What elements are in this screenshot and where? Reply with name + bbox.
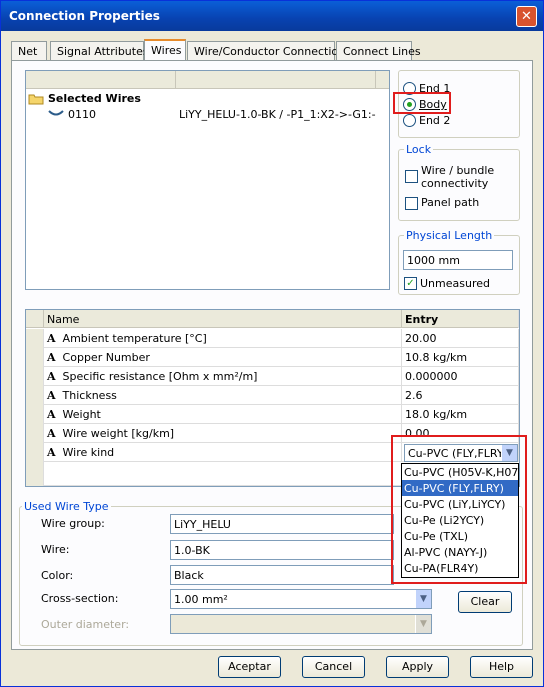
attribute-icon: A [47,427,56,440]
wire-label: Wire: [41,543,70,556]
clear-button[interactable]: Clear [458,591,512,613]
body-highlight-box [393,92,451,114]
lock-group: Lock Wire / bundle connectivity Panel pa… [398,143,520,221]
chevron-down-icon[interactable]: ▼ [415,590,431,608]
connection-properties-dialog: Connection Properties ✕ Net Signal Attri… [0,0,544,687]
wire-bundle-checkbox[interactable] [405,170,418,183]
tree-root-label[interactable]: Selected Wires [48,92,141,105]
row-name: Specific resistance [Ohm x mm²/m] [62,370,258,383]
table-row[interactable]: A Weight 18.0 kg/km [26,405,519,424]
row-name: Thickness [62,389,117,402]
table-row[interactable]: A Thickness 2.6 [26,386,519,405]
help-button[interactable]: Help [470,656,533,678]
dropdown-highlight-box [391,435,527,584]
wire-id[interactable]: 0110 [68,108,96,121]
row-entry[interactable]: 18.0 kg/km [402,405,519,424]
tab-net[interactable]: Net [11,41,47,61]
attribute-icon: A [47,332,56,345]
row-entry[interactable]: 0.000000 [402,367,519,386]
panel-path-checkbox[interactable] [405,197,418,210]
row-name: Ambient temperature [°C] [62,332,207,345]
end2-label: End 2 [419,114,451,127]
attribute-icon: A [47,446,56,459]
attribute-icon: A [47,408,56,421]
attribute-icon: A [47,370,56,383]
col-name-header[interactable]: Name [44,310,402,328]
row-name: Wire kind [62,446,115,459]
physical-length-title: Physical Length [404,229,495,242]
selected-wires-list[interactable]: Selected Wires 0110 LiYY_HELU-1.0-BK / -… [25,70,390,290]
row-entry[interactable]: 2.6 [402,386,519,405]
col-entry-header[interactable]: Entry [402,310,519,328]
physical-length-group: Physical Length 1000 mm ✓ Unmeasured [398,229,520,295]
attribute-icon: A [47,351,56,364]
tab-wires[interactable]: Wires [144,39,186,62]
used-wire-type-title: Used Wire Type [22,500,111,513]
list-header [26,71,389,89]
outer-diameter-label: Outer diameter: [41,618,130,631]
attribute-icon: A [47,389,56,402]
row-name: Weight [62,408,101,421]
chevron-down-icon: ▼ [415,615,431,633]
row-name: Wire weight [kg/km] [62,427,175,440]
lock-title: Lock [404,143,434,156]
row-name: Copper Number [62,351,150,364]
end2-radio[interactable] [403,114,416,127]
wire-bundle-label: Wire / bundle connectivity [421,164,495,190]
wire-field[interactable]: 1.0-BK [170,540,394,560]
grid-header: Name Entry [26,310,519,328]
row-entry[interactable]: 20.00 [402,329,519,348]
wire-icon [48,108,64,121]
cross-section-value: 1.00 mm² [174,593,228,606]
wire-group-label: Wire group: [41,517,105,530]
wire-description[interactable]: LiYY_HELU-1.0-BK / -P1_1:X2->-G1:- [179,108,376,121]
window-title: Connection Properties [9,9,160,23]
outer-diameter-select: ▼ [170,614,432,634]
cross-section-select[interactable]: 1.00 mm² ▼ [170,589,432,609]
cancel-button[interactable]: Cancel [302,656,365,678]
table-row[interactable]: A Ambient temperature [°C] 20.00 [26,329,519,348]
close-icon[interactable]: ✕ [516,6,537,27]
folder-icon [28,92,44,108]
table-row[interactable]: A Copper Number 10.8 kg/km [26,348,519,367]
table-row[interactable]: A Specific resistance [Ohm x mm²/m] 0.00… [26,367,519,386]
ok-button[interactable]: Aceptar [218,656,281,678]
title-bar[interactable]: Connection Properties ✕ [1,1,543,31]
row-entry[interactable]: 10.8 kg/km [402,348,519,367]
color-field[interactable]: Black [170,565,394,585]
cross-section-label: Cross-section: [41,592,119,605]
panel-path-label: Panel path [421,196,480,209]
unmeasured-label: Unmeasured [420,277,490,290]
apply-button[interactable]: Apply [386,656,449,678]
tab-connect-lines[interactable]: Connect Lines [336,41,421,61]
color-label: Color: [41,569,74,582]
physical-length-input[interactable]: 1000 mm [403,250,513,270]
wire-group-field[interactable]: LiYY_HELU [170,514,394,534]
unmeasured-checkbox[interactable]: ✓ [404,277,417,290]
tab-signal-attributes[interactable]: Signal Attributes [50,41,149,61]
tab-wire-conductor-connections[interactable]: Wire/Conductor Connections [187,41,351,61]
